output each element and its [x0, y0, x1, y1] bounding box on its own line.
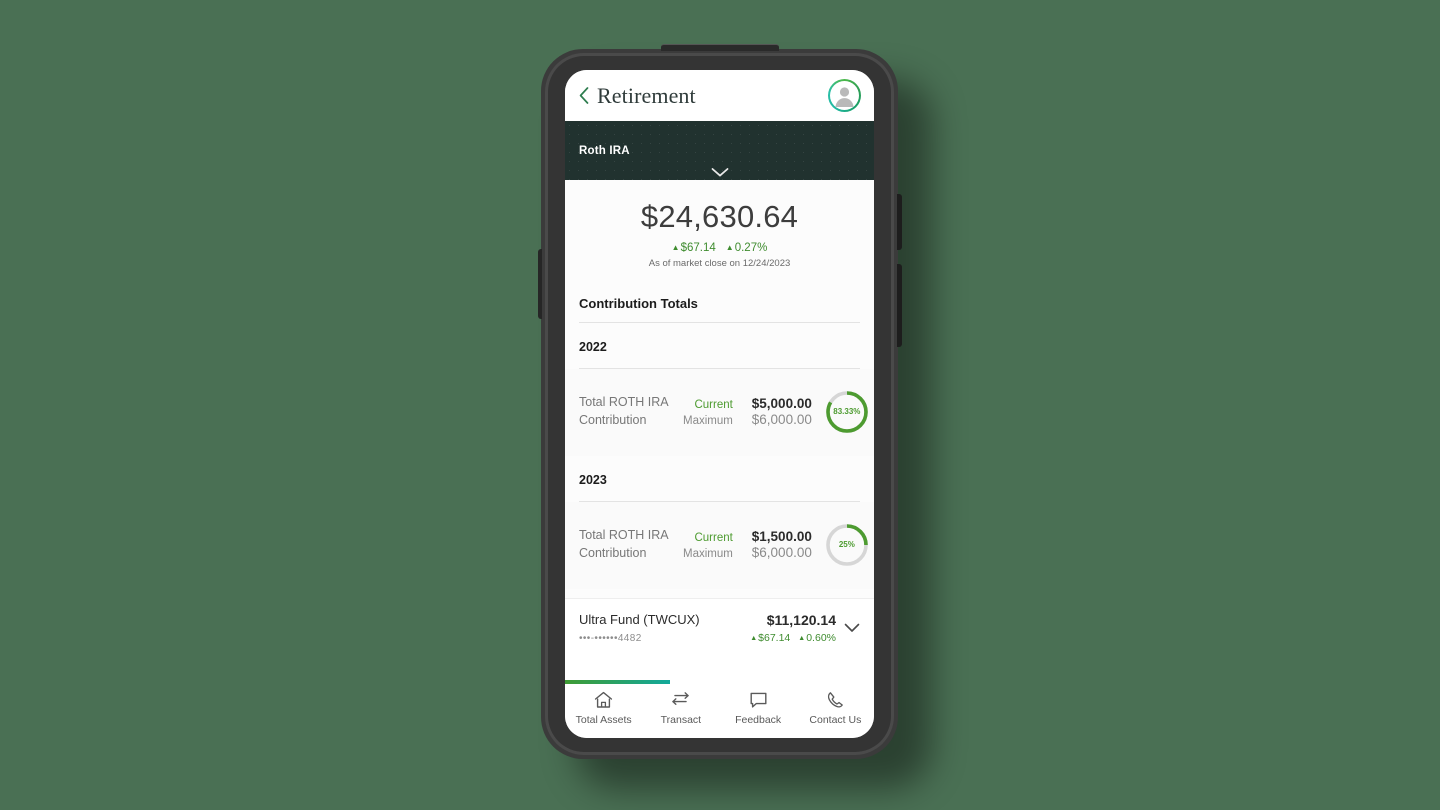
nav-label: Total Assets — [575, 714, 632, 726]
contribution-label: Total ROTH IRA Contribution — [579, 528, 668, 560]
account-name: Roth IRA — [579, 145, 630, 157]
holding-value: $11,120.14 — [766, 611, 836, 628]
balance-change: ▲$67.14 ▲0.27% — [565, 242, 874, 254]
scroll-progress[interactable] — [565, 680, 874, 684]
contribution-donut-chart-2022: 83.33% — [824, 389, 870, 435]
contribution-donut-chart-2023: 25% — [824, 522, 870, 568]
holding-change-percent: 0.60% — [806, 631, 836, 644]
balance-change-percent-group: ▲0.27% — [726, 242, 768, 254]
maximum-tag: Maximum — [683, 415, 733, 428]
side-button-left[interactable] — [538, 249, 542, 319]
holding-change-amount: $67.14 — [758, 631, 791, 644]
scroll-progress-bar — [565, 680, 671, 684]
holding-change-amount-group: ▲$67.14 — [750, 632, 790, 644]
holding-account-masked: •••-••••••4482 — [579, 633, 642, 645]
power-button[interactable] — [897, 194, 902, 250]
bottom-navigation: Total Assets Transact Feedback Contact U… — [565, 684, 874, 738]
nav-label: Transact — [660, 714, 702, 726]
contribution-label: Total ROTH IRA Contribution — [579, 395, 668, 427]
back-chevron-icon[interactable] — [576, 85, 592, 107]
nav-item-feedback[interactable]: Feedback — [720, 691, 797, 726]
nav-label: Feedback — [735, 714, 782, 726]
account-expand-chevron-icon[interactable] — [710, 167, 729, 178]
chat-bubble-icon — [750, 692, 767, 708]
maximum-line: Maximum $6,000.00 — [683, 412, 812, 427]
holding-row[interactable]: Ultra Fund (TWCUX) •••-••••••4482 $11,12… — [565, 597, 874, 659]
balance-change-amount: $67.14 — [680, 241, 716, 254]
current-line: Current $5,000.00 — [694, 396, 811, 411]
user-avatar-icon — [835, 87, 854, 107]
nav-item-total-assets[interactable]: Total Assets — [565, 691, 642, 726]
volume-button[interactable] — [897, 264, 902, 347]
triangle-up-icon: ▲ — [750, 634, 758, 642]
phone-device: Retirement Roth IRA $24,630.64 ▲$67.14 ▲… — [538, 44, 902, 759]
app-bar: Retirement — [565, 70, 874, 121]
avatar-ring — [828, 79, 861, 112]
balance-summary: $24,630.64 ▲$67.14 ▲0.27% As of market c… — [565, 180, 874, 285]
balance-change-amount-group: ▲$67.14 — [672, 242, 716, 254]
current-tag: Current — [694, 399, 733, 412]
triangle-up-icon-pct: ▲ — [725, 242, 734, 252]
current-line: Current $1,500.00 — [694, 529, 811, 544]
phone-icon — [827, 692, 843, 708]
triangle-up-icon-pct: ▲ — [798, 634, 806, 642]
home-icon — [595, 691, 613, 708]
holding-values: $11,120.14 ▲$67.14 ▲0.60% — [750, 612, 836, 644]
holding-name: Ultra Fund (TWCUX) — [579, 611, 700, 627]
avatar[interactable] — [828, 79, 861, 112]
maximum-value: $6,000.00 — [751, 545, 812, 561]
year-label-2023: 2023 — [579, 472, 607, 487]
donut-percent-label: 25% — [838, 540, 855, 550]
balance-amount: $24,630.64 — [640, 199, 799, 234]
nav-label: Contact Us — [809, 714, 862, 726]
current-value: $5,000.00 — [751, 396, 812, 412]
balance-as-of: As of market close on 12/24/2023 — [648, 257, 791, 269]
page-title: Retirement — [597, 82, 696, 108]
contribution-values: Current $1,500.00 Maximum $6,000.00 — [683, 529, 818, 560]
avatar-inner — [830, 81, 859, 110]
triangle-up-icon: ▲ — [671, 242, 680, 252]
maximum-line: Maximum $6,000.00 — [683, 545, 812, 560]
holding-identity: Ultra Fund (TWCUX) •••-••••••4482 — [579, 612, 744, 645]
contribution-row-2023[interactable]: Total ROTH IRA Contribution Current $1,5… — [565, 501, 874, 589]
transfer-arrows-icon — [672, 692, 690, 705]
holding-expand-chevron-icon[interactable] — [842, 623, 862, 633]
nav-item-contact-us[interactable]: Contact Us — [797, 691, 874, 726]
account-band[interactable]: Roth IRA — [565, 121, 874, 180]
phone-screen: Retirement Roth IRA $24,630.64 ▲$67.14 ▲… — [565, 70, 874, 738]
maximum-tag: Maximum — [683, 548, 733, 561]
balance-change-percent: 0.27% — [734, 241, 768, 254]
nav-item-transact[interactable]: Transact — [642, 691, 719, 726]
donut-percent-label: 83.33% — [833, 407, 861, 417]
contribution-row-2022[interactable]: Total ROTH IRA Contribution Current $5,0… — [565, 368, 874, 456]
current-value: $1,500.00 — [751, 529, 812, 545]
speaker-grill — [660, 44, 779, 51]
current-tag: Current — [694, 532, 733, 545]
contribution-values: Current $5,000.00 Maximum $6,000.00 — [683, 396, 818, 427]
contribution-totals-title: Contribution Totals — [565, 284, 874, 322]
scroll-content[interactable]: $24,630.64 ▲$67.14 ▲0.27% As of market c… — [565, 180, 874, 684]
maximum-value: $6,000.00 — [751, 412, 812, 428]
year-label-2022: 2022 — [579, 339, 607, 354]
holding-change-percent-group: ▲0.60% — [798, 632, 836, 644]
holding-change: ▲$67.14 ▲0.60% — [750, 632, 836, 644]
